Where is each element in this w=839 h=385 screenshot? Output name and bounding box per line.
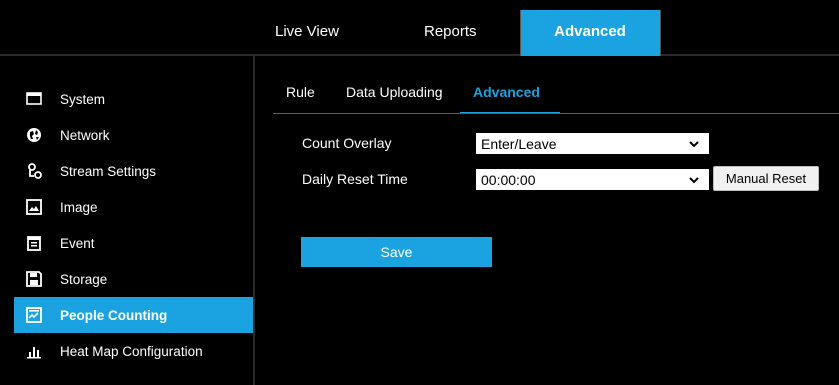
image-icon bbox=[26, 199, 42, 215]
sidebar-item-event[interactable]: Event bbox=[14, 225, 253, 261]
save-button[interactable]: Save bbox=[301, 237, 492, 267]
subtab-advanced[interactable]: Advanced bbox=[460, 74, 560, 114]
sidebar-item-label: Storage bbox=[60, 271, 108, 287]
sidebar-item-system[interactable]: System bbox=[14, 81, 253, 117]
daily-reset-time-value: 00:00:00 bbox=[481, 171, 536, 188]
top-nav-divider bbox=[660, 10, 661, 56]
sidebar-item-label: People Counting bbox=[60, 307, 168, 323]
sidebar-item-label: Network bbox=[60, 127, 110, 143]
manual-reset-button[interactable]: Manual Reset bbox=[713, 166, 819, 191]
top-nav-divider bbox=[520, 10, 521, 56]
top-nav-bar: Live View Reports Advanced bbox=[0, 0, 839, 56]
monitor-icon bbox=[26, 91, 42, 107]
top-nav: Live View Reports Advanced bbox=[254, 10, 661, 56]
count-overlay-label: Count Overlay bbox=[302, 135, 392, 151]
floppy-icon bbox=[26, 271, 42, 287]
sidebar-item-label: System bbox=[60, 91, 106, 107]
sidebar-item-label: Image bbox=[60, 199, 98, 215]
sidebar: System Network Stream Settings Image Eve… bbox=[14, 81, 253, 369]
chevron-down-icon bbox=[689, 141, 699, 148]
subtab-rule[interactable]: Rule bbox=[273, 74, 332, 114]
sidebar-item-stream-settings[interactable]: Stream Settings bbox=[14, 153, 253, 189]
globe-icon bbox=[26, 127, 42, 143]
stream-icon bbox=[26, 163, 42, 179]
sidebar-item-people-counting[interactable]: People Counting bbox=[14, 297, 253, 333]
tab-advanced[interactable]: Advanced bbox=[520, 10, 660, 56]
tab-reports[interactable]: Reports bbox=[408, 10, 520, 56]
subtab-data-uploading[interactable]: Data Uploading bbox=[332, 74, 460, 114]
daily-reset-time-select[interactable]: 00:00:00 bbox=[476, 169, 709, 190]
sidebar-divider bbox=[253, 56, 255, 385]
sidebar-item-network[interactable]: Network bbox=[14, 117, 253, 153]
sidebar-item-label: Stream Settings bbox=[60, 163, 157, 179]
sidebar-item-label: Event bbox=[60, 235, 95, 251]
tab-live-view[interactable]: Live View bbox=[254, 10, 408, 56]
count-overlay-select[interactable]: Enter/Leave bbox=[476, 133, 709, 154]
sidebar-item-storage[interactable]: Storage bbox=[14, 261, 253, 297]
sub-tabs: Rule Data Uploading Advanced bbox=[273, 74, 560, 114]
sidebar-item-heat-map-configuration[interactable]: Heat Map Configuration bbox=[14, 333, 253, 369]
count-overlay-value: Enter/Leave bbox=[481, 135, 557, 152]
daily-reset-time-label: Daily Reset Time bbox=[302, 171, 408, 187]
sidebar-item-image[interactable]: Image bbox=[14, 189, 253, 225]
people-counting-icon bbox=[26, 307, 42, 323]
subtab-underline bbox=[273, 113, 839, 114]
calendar-icon bbox=[26, 235, 42, 251]
sidebar-item-label: Heat Map Configuration bbox=[60, 343, 203, 359]
bar-chart-icon bbox=[26, 343, 42, 359]
chevron-down-icon bbox=[689, 177, 699, 184]
